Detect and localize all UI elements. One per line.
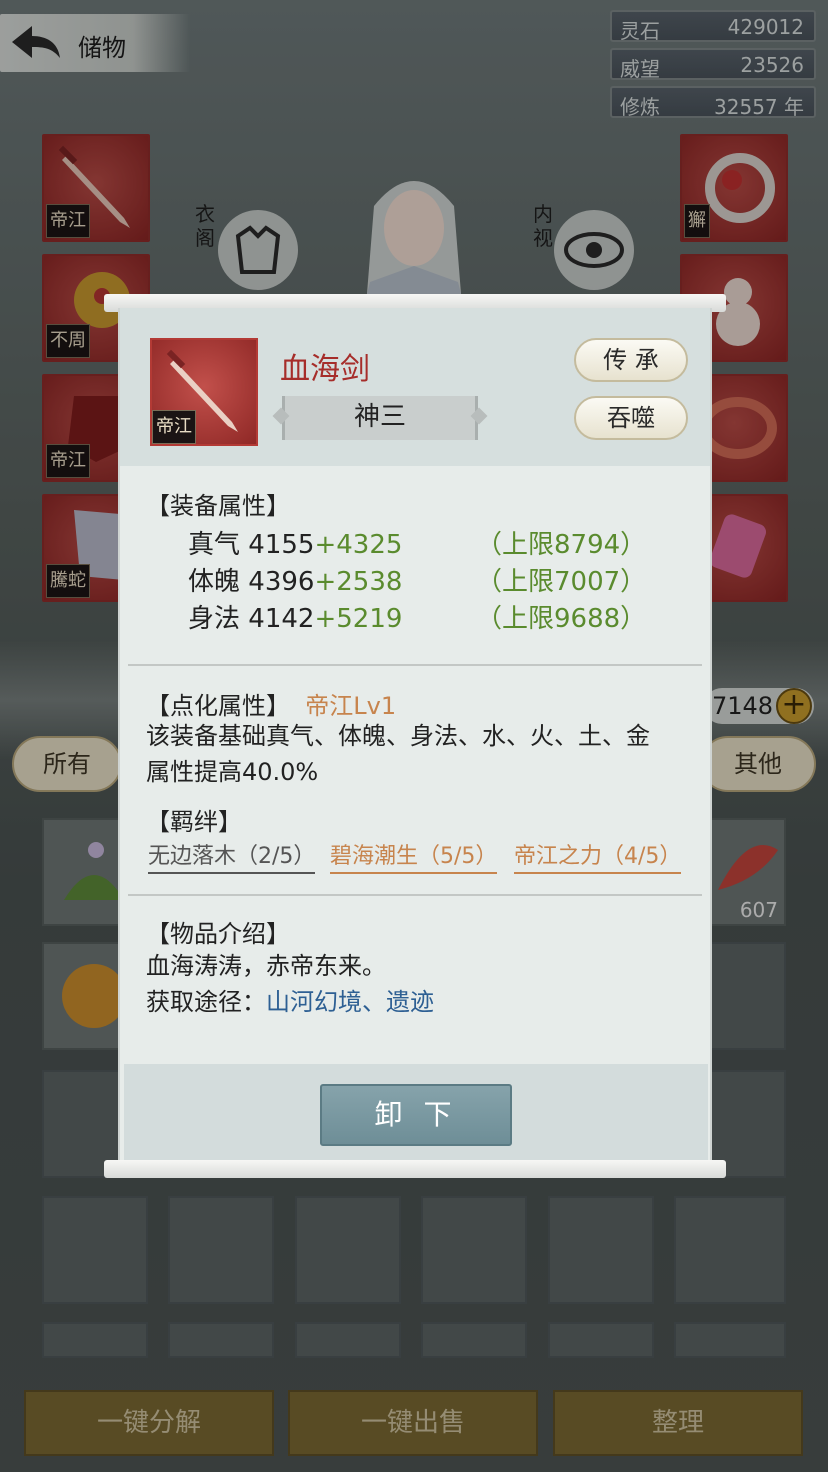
attr-row: 身法 4142+5219 （上限9688）: [188, 604, 647, 634]
bond-link[interactable]: 无边落木（2/5）: [148, 838, 316, 874]
item-intro: 血海涛涛，赤帝东来。: [146, 952, 386, 980]
item-seal: 帝江: [152, 410, 196, 444]
inherit-button[interactable]: 传 承: [574, 338, 688, 382]
bond-link[interactable]: 碧海潮生（5/5）: [330, 838, 498, 874]
attr-row: 体魄 4396+2538 （上限7007）: [188, 567, 647, 597]
item-header: 帝江 血海剑 神三 传 承 吞噬: [120, 308, 710, 466]
refine-desc: 属性提高40.0%: [146, 758, 319, 786]
divider: [128, 894, 702, 896]
item-source: 获取途径：山河幻境、遗迹: [146, 988, 434, 1016]
intro-heading: 【物品介绍】: [146, 920, 290, 948]
bond-heading: 【羁绊】: [146, 808, 242, 836]
item-icon: 帝江: [150, 338, 258, 446]
attr-row: 真气 4155+4325 （上限8794）: [188, 530, 647, 560]
bond-link[interactable]: 帝江之力（4/5）: [514, 838, 682, 874]
refine-desc: 该装备基础真气、体魄、身法、水、火、土、金: [146, 722, 650, 750]
item-detail-panel: 帝江 血海剑 神三 传 承 吞噬 【装备属性】 真气 4155+4325 （上限8…: [118, 308, 712, 1164]
scroll-rod-bottom: [104, 1160, 726, 1178]
source-link[interactable]: 山河幻境、遗迹: [266, 988, 434, 1016]
equip-attr-heading: 【装备属性】: [146, 492, 290, 520]
unequip-button[interactable]: 卸 下: [320, 1084, 512, 1146]
item-grade: 神三: [282, 396, 478, 440]
divider: [128, 664, 702, 666]
refine-attr-heading: 【点化属性】 帝江Lv1: [146, 692, 397, 720]
item-name: 血海剑: [280, 352, 370, 387]
refine-name: 帝江Lv1: [305, 692, 397, 720]
devour-button[interactable]: 吞噬: [574, 396, 688, 440]
